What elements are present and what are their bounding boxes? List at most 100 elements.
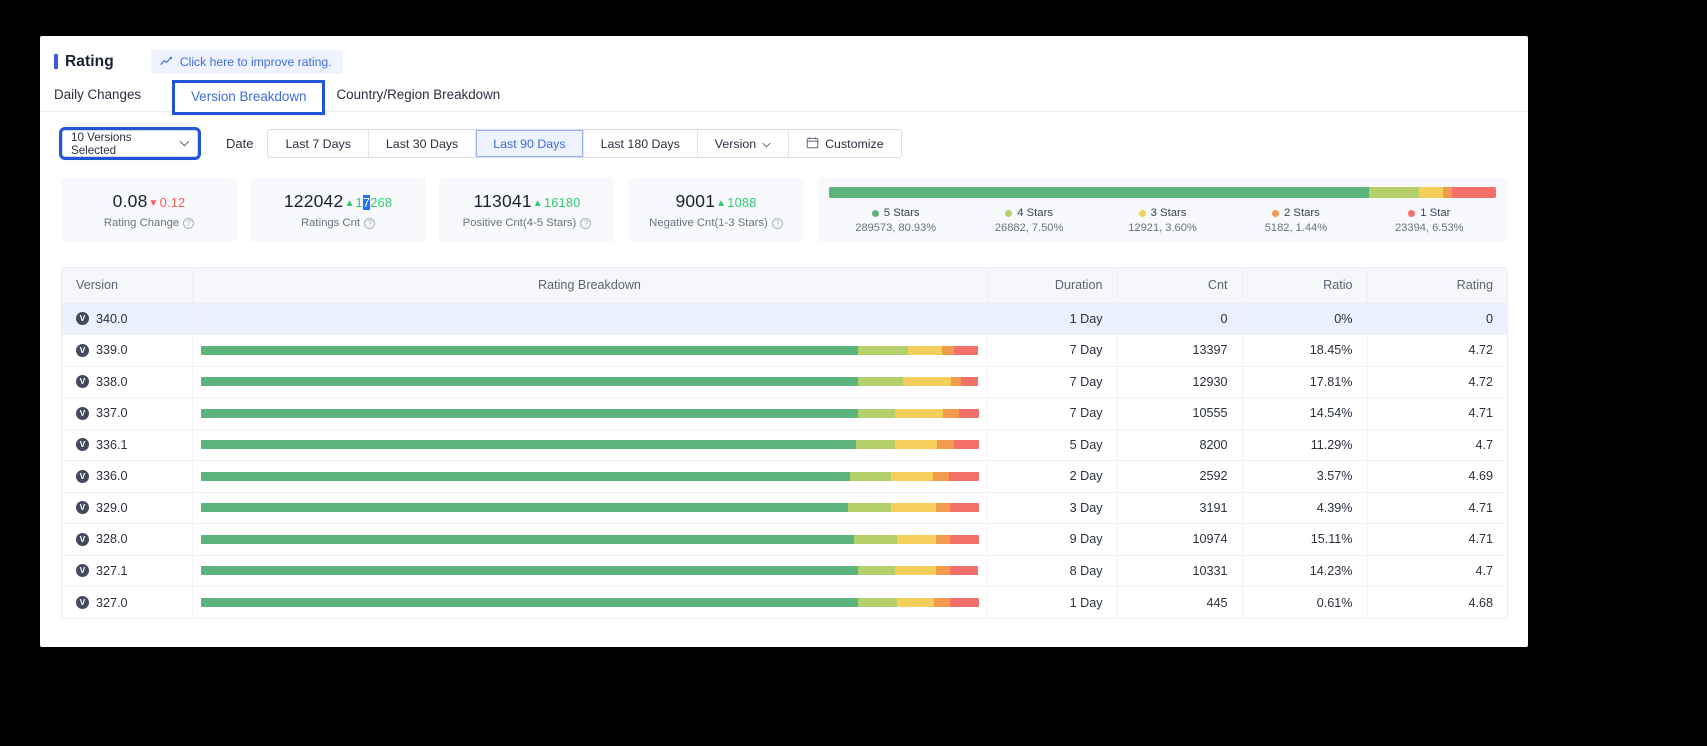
kpi-value-group: 113041 ▲ 16180 [473, 191, 580, 212]
version-select-value: 10 Versions Selected [71, 130, 132, 157]
table-row[interactable]: V 338.0 7 Day 12930 17.81% 4.72 [62, 366, 1507, 398]
improve-rating-button[interactable]: Click here to improve rating. [150, 49, 343, 74]
table-row[interactable]: V 336.1 5 Day 8200 11.29% 4.7 [62, 429, 1507, 461]
row-rating-bar [200, 440, 979, 450]
cell-duration: 7 Day [987, 334, 1118, 367]
question-icon[interactable]: ? [771, 217, 783, 229]
row-bar-segment [200, 440, 857, 450]
range-customize[interactable]: Customize [789, 130, 901, 157]
range-last-180-days[interactable]: Last 180 Days [584, 130, 698, 157]
range-version-dropdown[interactable]: Version [698, 130, 790, 157]
version-cell: V 327.0 [76, 596, 178, 610]
table-row[interactable]: V 340.0 1 Day 0 0% 0 [62, 303, 1507, 335]
kpi-row: 0.08 ▼ 0.12 Rating Change ? 122042 ▲ 172… [40, 158, 1528, 242]
range-customize-label: Customize [825, 136, 884, 151]
cell-version: V 327.0 [62, 586, 193, 618]
col-rating[interactable]: Rating [1367, 268, 1507, 304]
version-label: 328.0 [96, 532, 128, 547]
table-row[interactable]: V 328.0 9 Day 10974 15.11% 4.71 [62, 523, 1507, 556]
star-color-dot [1272, 209, 1280, 217]
range-last-7-days[interactable]: Last 7 Days [268, 130, 369, 157]
version-cell: V 340.0 [76, 312, 178, 326]
star-legend-item[interactable]: 4 Stars 26882, 7.50% [962, 207, 1095, 234]
star-legend-item[interactable]: 1 Star 23394, 6.53% [1363, 207, 1496, 234]
kpi-value-group: 0.08 ▼ 0.12 [113, 191, 186, 212]
row-bar-segment [847, 503, 891, 513]
row-bar-segment [933, 471, 949, 481]
cell-rating: 0 [1367, 303, 1507, 335]
kpi-card-rating-change: 0.08 ▼ 0.12 Rating Change ? [61, 178, 237, 242]
star-legend-item[interactable]: 2 Stars 5182, 1.44% [1229, 207, 1362, 234]
table-row[interactable]: V 327.1 8 Day 10331 14.23% 4.7 [62, 555, 1507, 587]
cell-duration: 1 Day [987, 303, 1118, 335]
question-icon[interactable]: ? [364, 217, 376, 229]
range-last-30-days[interactable]: Last 30 Days [369, 130, 477, 157]
star-legend-item[interactable]: 5 Stars 289573, 80.93% [829, 207, 962, 234]
table-row[interactable]: V 336.0 2 Day 2592 3.57% 4.69 [62, 460, 1507, 493]
kpi-card-negative-cnt: 9001 ▲ 1088 Negative Cnt(1-3 Stars) ? [628, 178, 804, 242]
col-cnt[interactable]: Cnt [1117, 268, 1243, 304]
star-legend-value: 289573, 80.93% [855, 222, 937, 234]
row-bar-segment [200, 345, 858, 355]
col-version[interactable]: Version [62, 268, 193, 304]
trend-up-icon: ▲ [716, 198, 727, 209]
row-bar-segment [936, 440, 954, 450]
chevron-down-icon [762, 137, 771, 151]
col-rating-breakdown[interactable]: Rating Breakdown [192, 268, 988, 304]
cell-duration: 3 Day [987, 492, 1118, 524]
kpi-label: Ratings Cnt [300, 217, 361, 229]
star-distribution-bar [829, 187, 1496, 198]
trend-up-icon: ▲ [532, 198, 543, 209]
cell-cnt: 10555 [1117, 397, 1243, 430]
row-bar-segment [948, 471, 979, 481]
trend-down-icon: ▼ [148, 198, 159, 209]
cell-rating: 4.71 [1367, 492, 1507, 524]
tab-daily-changes[interactable]: Daily Changes [54, 87, 141, 111]
version-select[interactable]: 10 Versions Selected [59, 127, 201, 160]
version-label: 337.0 [96, 406, 128, 421]
version-breakdown-table-wrap: Version Rating Breakdown Duration Cnt Ra… [61, 267, 1508, 619]
kpi-value: 113041 [473, 191, 532, 211]
cell-ratio: 3.57% [1242, 460, 1368, 493]
version-breakdown-table: Version Rating Breakdown Duration Cnt Ra… [62, 268, 1507, 618]
rating-dashboard-panel: Rating Click here to improve rating. Dai… [40, 36, 1528, 647]
cell-rating-breakdown [192, 460, 988, 493]
cell-version: V 340.0 [62, 303, 193, 335]
kpi-delta-pre: 1 [355, 195, 363, 210]
calendar-icon [806, 136, 819, 152]
table-row[interactable]: V 327.0 1 Day 445 0.61% 4.68 [62, 586, 1507, 618]
cell-duration: 7 Day [987, 366, 1118, 398]
table-row[interactable]: V 337.0 7 Day 10555 14.54% 4.71 [62, 397, 1507, 430]
star-bar-segment [1452, 187, 1496, 198]
range-last-90-days[interactable]: Last 90 Days [476, 130, 584, 157]
question-icon[interactable]: ? [580, 217, 592, 229]
cell-version: V 337.0 [62, 397, 193, 430]
cell-rating: 4.68 [1468, 595, 1493, 610]
question-icon[interactable]: ? [183, 217, 195, 229]
star-color-dot [1005, 209, 1013, 217]
star-legend-item[interactable]: 3 Stars 12921, 3.60% [1096, 207, 1229, 234]
chevron-down-icon [179, 137, 190, 150]
kpi-value: 9001 [675, 191, 716, 211]
tab-country-region-breakdown[interactable]: Country/Region Breakdown [336, 87, 500, 111]
row-bar-segment [200, 566, 858, 576]
tab-version-breakdown[interactable]: Version Breakdown [172, 80, 326, 115]
cell-rating: 4.71 [1367, 523, 1507, 556]
row-bar-segment [895, 440, 937, 450]
improve-rating-label: Click here to improve rating. [179, 54, 332, 69]
row-bar-segment [200, 471, 851, 481]
cell-ratio: 0.61% [1242, 586, 1368, 618]
row-bar-segment [857, 408, 896, 418]
cell-cnt: 0 [1117, 303, 1243, 335]
kpi-card-ratings-cnt: 122042 ▲ 17268 Ratings Cnt ? [250, 178, 426, 242]
cell-rating-breakdown [192, 303, 988, 335]
col-duration[interactable]: Duration [987, 268, 1118, 304]
cell-rating: 4.7 [1367, 555, 1507, 587]
version-cell: V 338.0 [76, 375, 178, 389]
version-badge-icon: V [76, 564, 89, 578]
cell-rating-breakdown [192, 334, 988, 367]
table-row[interactable]: V 339.0 7 Day 13397 18.45% 4.72 [62, 334, 1507, 367]
star-color-dot [1138, 209, 1146, 217]
col-ratio[interactable]: Ratio [1242, 268, 1368, 304]
table-row[interactable]: V 329.0 3 Day 3191 4.39% 4.71 [62, 492, 1507, 524]
